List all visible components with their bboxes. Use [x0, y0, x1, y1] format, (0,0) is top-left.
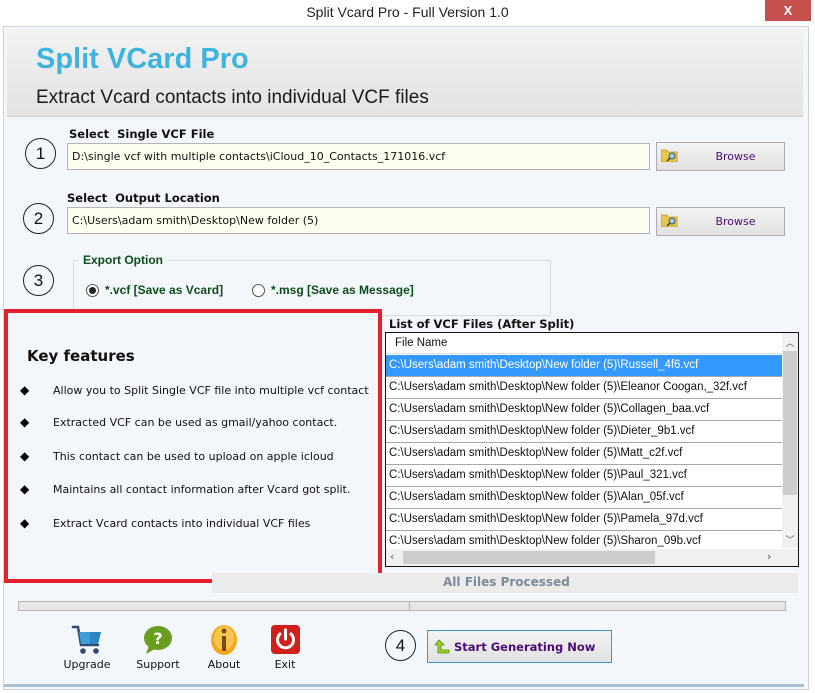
- output-browse-button[interactable]: Browse: [656, 207, 785, 236]
- feature-item: ◆ Extracted VCF can be used as gmail/yah…: [20, 415, 338, 429]
- output-location-input[interactable]: [67, 207, 650, 234]
- export-option-legend: Export Option: [79, 253, 167, 267]
- window-title: Split Vcard Pro - Full Version 1.0: [306, 4, 509, 20]
- key-features-title: Key features: [27, 347, 135, 365]
- about-label: About: [207, 658, 241, 671]
- upgrade-button[interactable]: Upgrade: [58, 624, 116, 671]
- step-4-indicator: 4: [385, 630, 416, 661]
- export-vcf-label: *.vcf [Save as Vcard]: [105, 283, 224, 297]
- progress-bar: [18, 601, 410, 611]
- file-row[interactable]: C:\Users\adam smith\Desktop\New folder (…: [386, 399, 784, 421]
- scroll-up-icon[interactable]: ︿: [782, 336, 798, 349]
- file-list-title: List of VCF Files (After Split): [389, 317, 575, 331]
- feature-item: ◆ Allow you to Split Single VCF file int…: [20, 383, 369, 397]
- folder-search-icon: [661, 149, 678, 162]
- feature-item: ◆ This contact can be used to upload on …: [20, 449, 334, 463]
- cart-icon: [71, 625, 101, 654]
- radio-unselected-icon: [252, 283, 265, 297]
- diamond-bullet-icon: ◆: [20, 383, 30, 397]
- start-generating-button[interactable]: Start Generating Now: [427, 630, 612, 663]
- start-generating-label: Start Generating Now: [454, 639, 596, 654]
- source-browse-button[interactable]: Browse: [656, 142, 785, 171]
- file-row[interactable]: C:\Users\adam smith\Desktop\New folder (…: [386, 355, 784, 377]
- file-row[interactable]: C:\Users\adam smith\Desktop\New folder (…: [386, 443, 784, 465]
- title-bar: Split Vcard Pro - Full Version 1.0 X: [0, 0, 815, 26]
- upgrade-label: Upgrade: [63, 658, 111, 671]
- output-location-label: Select Output Location: [67, 191, 220, 205]
- vertical-scroll-thumb[interactable]: [783, 351, 797, 495]
- arrow-up-icon: [434, 638, 450, 653]
- feature-item: ◆ Extract Vcard contacts into individual…: [20, 516, 311, 530]
- exit-label: Exit: [274, 658, 296, 671]
- browse-label: Browse: [715, 150, 756, 163]
- step-2-indicator: 2: [23, 203, 54, 234]
- source-file-input[interactable]: [67, 143, 650, 170]
- step-3-indicator: 3: [23, 265, 54, 296]
- file-row[interactable]: C:\Users\adam smith\Desktop\New folder (…: [386, 487, 784, 509]
- feature-item: ◆ Maintains all contact information afte…: [20, 482, 351, 496]
- file-row[interactable]: C:\Users\adam smith\Desktop\New folder (…: [386, 421, 784, 443]
- horizontal-scrollbar[interactable]: ‹ ›: [386, 549, 798, 566]
- power-icon: [271, 625, 300, 654]
- info-icon: [211, 625, 237, 655]
- file-list[interactable]: File Name C:\Users\adam smith\Desktop\Ne…: [385, 332, 799, 567]
- bottom-divider: [4, 684, 804, 687]
- exit-button[interactable]: Exit: [256, 624, 314, 671]
- browse-label: Browse: [715, 215, 756, 228]
- file-name-column-header[interactable]: File Name: [386, 333, 784, 354]
- scroll-right-icon[interactable]: ›: [767, 550, 771, 563]
- vertical-scrollbar[interactable]: ︿ ﹀: [782, 333, 798, 548]
- key-features-panel: Key features ◆ Allow you to Split Single…: [4, 309, 382, 583]
- app-header: Split VCard Pro Extract Vcard contacts i…: [7, 29, 803, 117]
- support-button[interactable]: ? Support: [129, 624, 187, 671]
- horizontal-scroll-thumb[interactable]: [403, 551, 655, 564]
- export-msg-radio[interactable]: *.msg [Save as Message]: [252, 283, 414, 297]
- export-vcf-radio[interactable]: *.vcf [Save as Vcard]: [86, 283, 223, 297]
- app-name: Split VCard Pro: [36, 43, 249, 75]
- file-row[interactable]: C:\Users\adam smith\Desktop\New folder (…: [386, 377, 784, 399]
- diamond-bullet-icon: ◆: [20, 516, 30, 530]
- scroll-down-icon[interactable]: ﹀: [782, 533, 798, 546]
- export-msg-label: *.msg [Save as Message]: [271, 283, 414, 297]
- help-bubble-icon: ?: [144, 626, 172, 654]
- support-label: Support: [136, 658, 180, 671]
- file-row[interactable]: C:\Users\adam smith\Desktop\New folder (…: [386, 465, 784, 487]
- source-file-label: Select Single VCF File: [69, 127, 215, 141]
- close-button[interactable]: X: [765, 0, 811, 21]
- status-text: All Files Processed: [443, 575, 570, 589]
- progress-bar-track: [410, 601, 786, 611]
- step-1-indicator: 1: [25, 138, 56, 169]
- about-button[interactable]: About: [195, 624, 253, 671]
- diamond-bullet-icon: ◆: [20, 482, 30, 496]
- file-row[interactable]: C:\Users\adam smith\Desktop\New folder (…: [386, 509, 784, 531]
- diamond-bullet-icon: ◆: [20, 415, 30, 429]
- scroll-left-icon[interactable]: ‹: [390, 550, 394, 563]
- app-tagline: Extract Vcard contacts into individual V…: [36, 87, 429, 108]
- diamond-bullet-icon: ◆: [20, 449, 30, 463]
- folder-search-icon: [661, 214, 678, 227]
- radio-selected-icon: [86, 283, 99, 297]
- svg-text:?: ?: [153, 629, 162, 648]
